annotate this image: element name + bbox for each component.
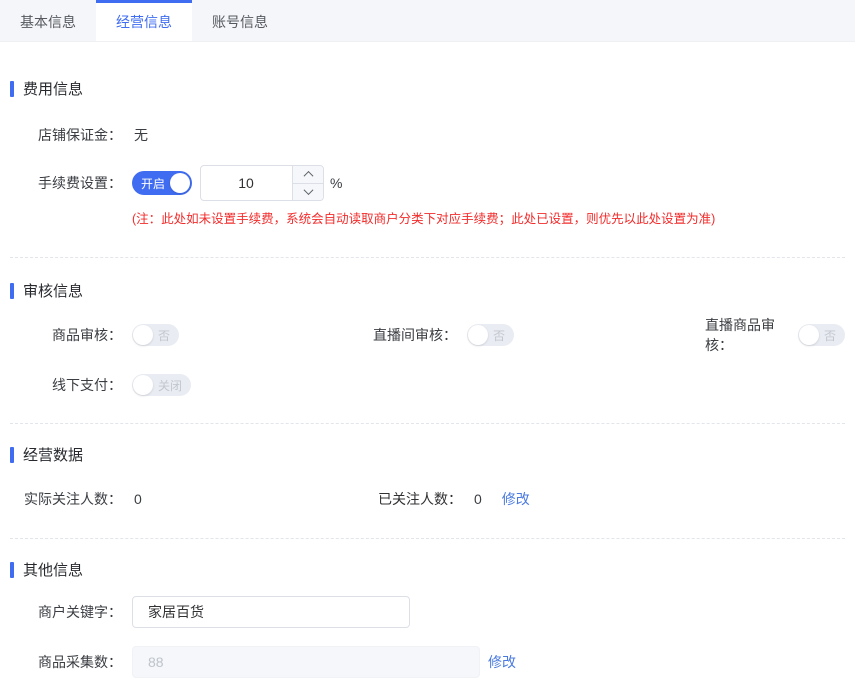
tab-bar: 基本信息 经营信息 账号信息 bbox=[0, 0, 855, 42]
fee-unit: % bbox=[330, 175, 342, 191]
actual-followers-label: 实际关注人数： bbox=[10, 489, 122, 509]
fee-toggle-label: 开启 bbox=[141, 175, 165, 192]
liveroom-audit-state: 否 bbox=[493, 327, 505, 344]
business-data-row: 实际关注人数： 0 已关注人数： 0 修改 bbox=[10, 489, 845, 509]
title-accent-bar bbox=[10, 283, 14, 299]
followed-count-modify-link[interactable]: 修改 bbox=[502, 489, 530, 509]
goods-collect-modify-link[interactable]: 修改 bbox=[488, 652, 516, 672]
chevron-down-icon bbox=[303, 185, 313, 195]
toggle-knob bbox=[133, 375, 153, 395]
deposit-value: 无 bbox=[134, 125, 148, 145]
merchant-keyword-row: 商户关键字： bbox=[10, 596, 845, 628]
audit-toggles-row: 商品审核： 否 直播间审核： 否 直播商品审核： 否 bbox=[10, 323, 845, 347]
section-title-audit-info: 审核信息 bbox=[10, 280, 845, 301]
spinner-increase-button[interactable] bbox=[293, 166, 323, 184]
goods-collect-row: 商品采集数： 修改 bbox=[10, 646, 845, 678]
tab-account-info[interactable]: 账号信息 bbox=[192, 0, 288, 41]
title-accent-bar bbox=[10, 81, 14, 97]
section-title-text: 其他信息 bbox=[23, 559, 83, 580]
fee-setting-row: 手续费设置： 开启 % bbox=[10, 165, 845, 201]
title-accent-bar bbox=[10, 447, 14, 463]
toggle-knob bbox=[170, 173, 190, 193]
livegoods-audit-label: 直播商品审核： bbox=[705, 315, 788, 355]
fee-number-input-wrap bbox=[200, 165, 324, 201]
offline-pay-row: 线下支付： 关闭 bbox=[10, 373, 845, 397]
goods-collect-label: 商品采集数： bbox=[10, 652, 122, 672]
section-divider bbox=[10, 538, 845, 539]
toggle-knob bbox=[133, 325, 153, 345]
tab-basic-info[interactable]: 基本信息 bbox=[0, 0, 96, 41]
fee-spinner bbox=[292, 166, 323, 200]
section-divider bbox=[10, 423, 845, 424]
chevron-up-icon bbox=[303, 171, 313, 181]
title-accent-bar bbox=[10, 562, 14, 578]
merchant-keyword-input[interactable] bbox=[132, 596, 410, 628]
merchant-keyword-label: 商户关键字： bbox=[10, 602, 122, 622]
followed-count-cell: 已关注人数： 0 修改 bbox=[378, 489, 845, 509]
followed-count-value: 0 bbox=[474, 491, 482, 507]
section-title-text: 审核信息 bbox=[23, 280, 83, 301]
goods-audit-cell: 商品审核： 否 bbox=[10, 324, 373, 346]
liveroom-audit-label: 直播间审核： bbox=[373, 325, 457, 345]
livegoods-audit-state: 否 bbox=[824, 327, 836, 344]
section-title-fee-info: 费用信息 bbox=[10, 78, 845, 99]
goods-audit-label: 商品审核： bbox=[10, 325, 122, 345]
fee-toggle[interactable]: 开启 bbox=[132, 171, 192, 195]
spinner-decrease-button[interactable] bbox=[293, 184, 323, 201]
livegoods-audit-toggle[interactable]: 否 bbox=[798, 324, 845, 346]
actual-followers-cell: 实际关注人数： 0 bbox=[10, 489, 378, 509]
liveroom-audit-toggle[interactable]: 否 bbox=[467, 324, 514, 346]
offline-pay-label: 线下支付： bbox=[10, 375, 122, 395]
fee-setting-label: 手续费设置： bbox=[10, 173, 122, 193]
section-title-business-data: 经营数据 bbox=[10, 444, 845, 465]
section-title-other-info: 其他信息 bbox=[10, 559, 845, 580]
offline-pay-toggle[interactable]: 关闭 bbox=[132, 374, 191, 396]
livegoods-audit-cell: 直播商品审核： 否 bbox=[705, 315, 845, 355]
toggle-knob bbox=[799, 325, 819, 345]
section-divider bbox=[10, 257, 845, 258]
actual-followers-value: 0 bbox=[134, 491, 142, 507]
section-title-text: 费用信息 bbox=[23, 78, 83, 99]
liveroom-audit-cell: 直播间审核： 否 bbox=[373, 324, 705, 346]
offline-pay-state: 关闭 bbox=[158, 377, 182, 394]
followed-count-label: 已关注人数： bbox=[378, 489, 462, 509]
deposit-row: 店铺保证金： 无 bbox=[10, 125, 845, 145]
page-content: 费用信息 店铺保证金： 无 手续费设置： 开启 % (注：此处如未设置手续费，系… bbox=[0, 78, 855, 678]
goods-audit-toggle[interactable]: 否 bbox=[132, 324, 179, 346]
tab-business-info[interactable]: 经营信息 bbox=[96, 0, 192, 41]
goods-audit-state: 否 bbox=[158, 327, 170, 344]
deposit-label: 店铺保证金： bbox=[10, 125, 122, 145]
toggle-knob bbox=[468, 325, 488, 345]
fee-note: (注：此处如未设置手续费，系统会自动读取商户分类下对应手续费；此处已设置，则优先… bbox=[132, 208, 845, 227]
section-title-text: 经营数据 bbox=[23, 444, 83, 465]
goods-collect-input bbox=[132, 646, 480, 678]
